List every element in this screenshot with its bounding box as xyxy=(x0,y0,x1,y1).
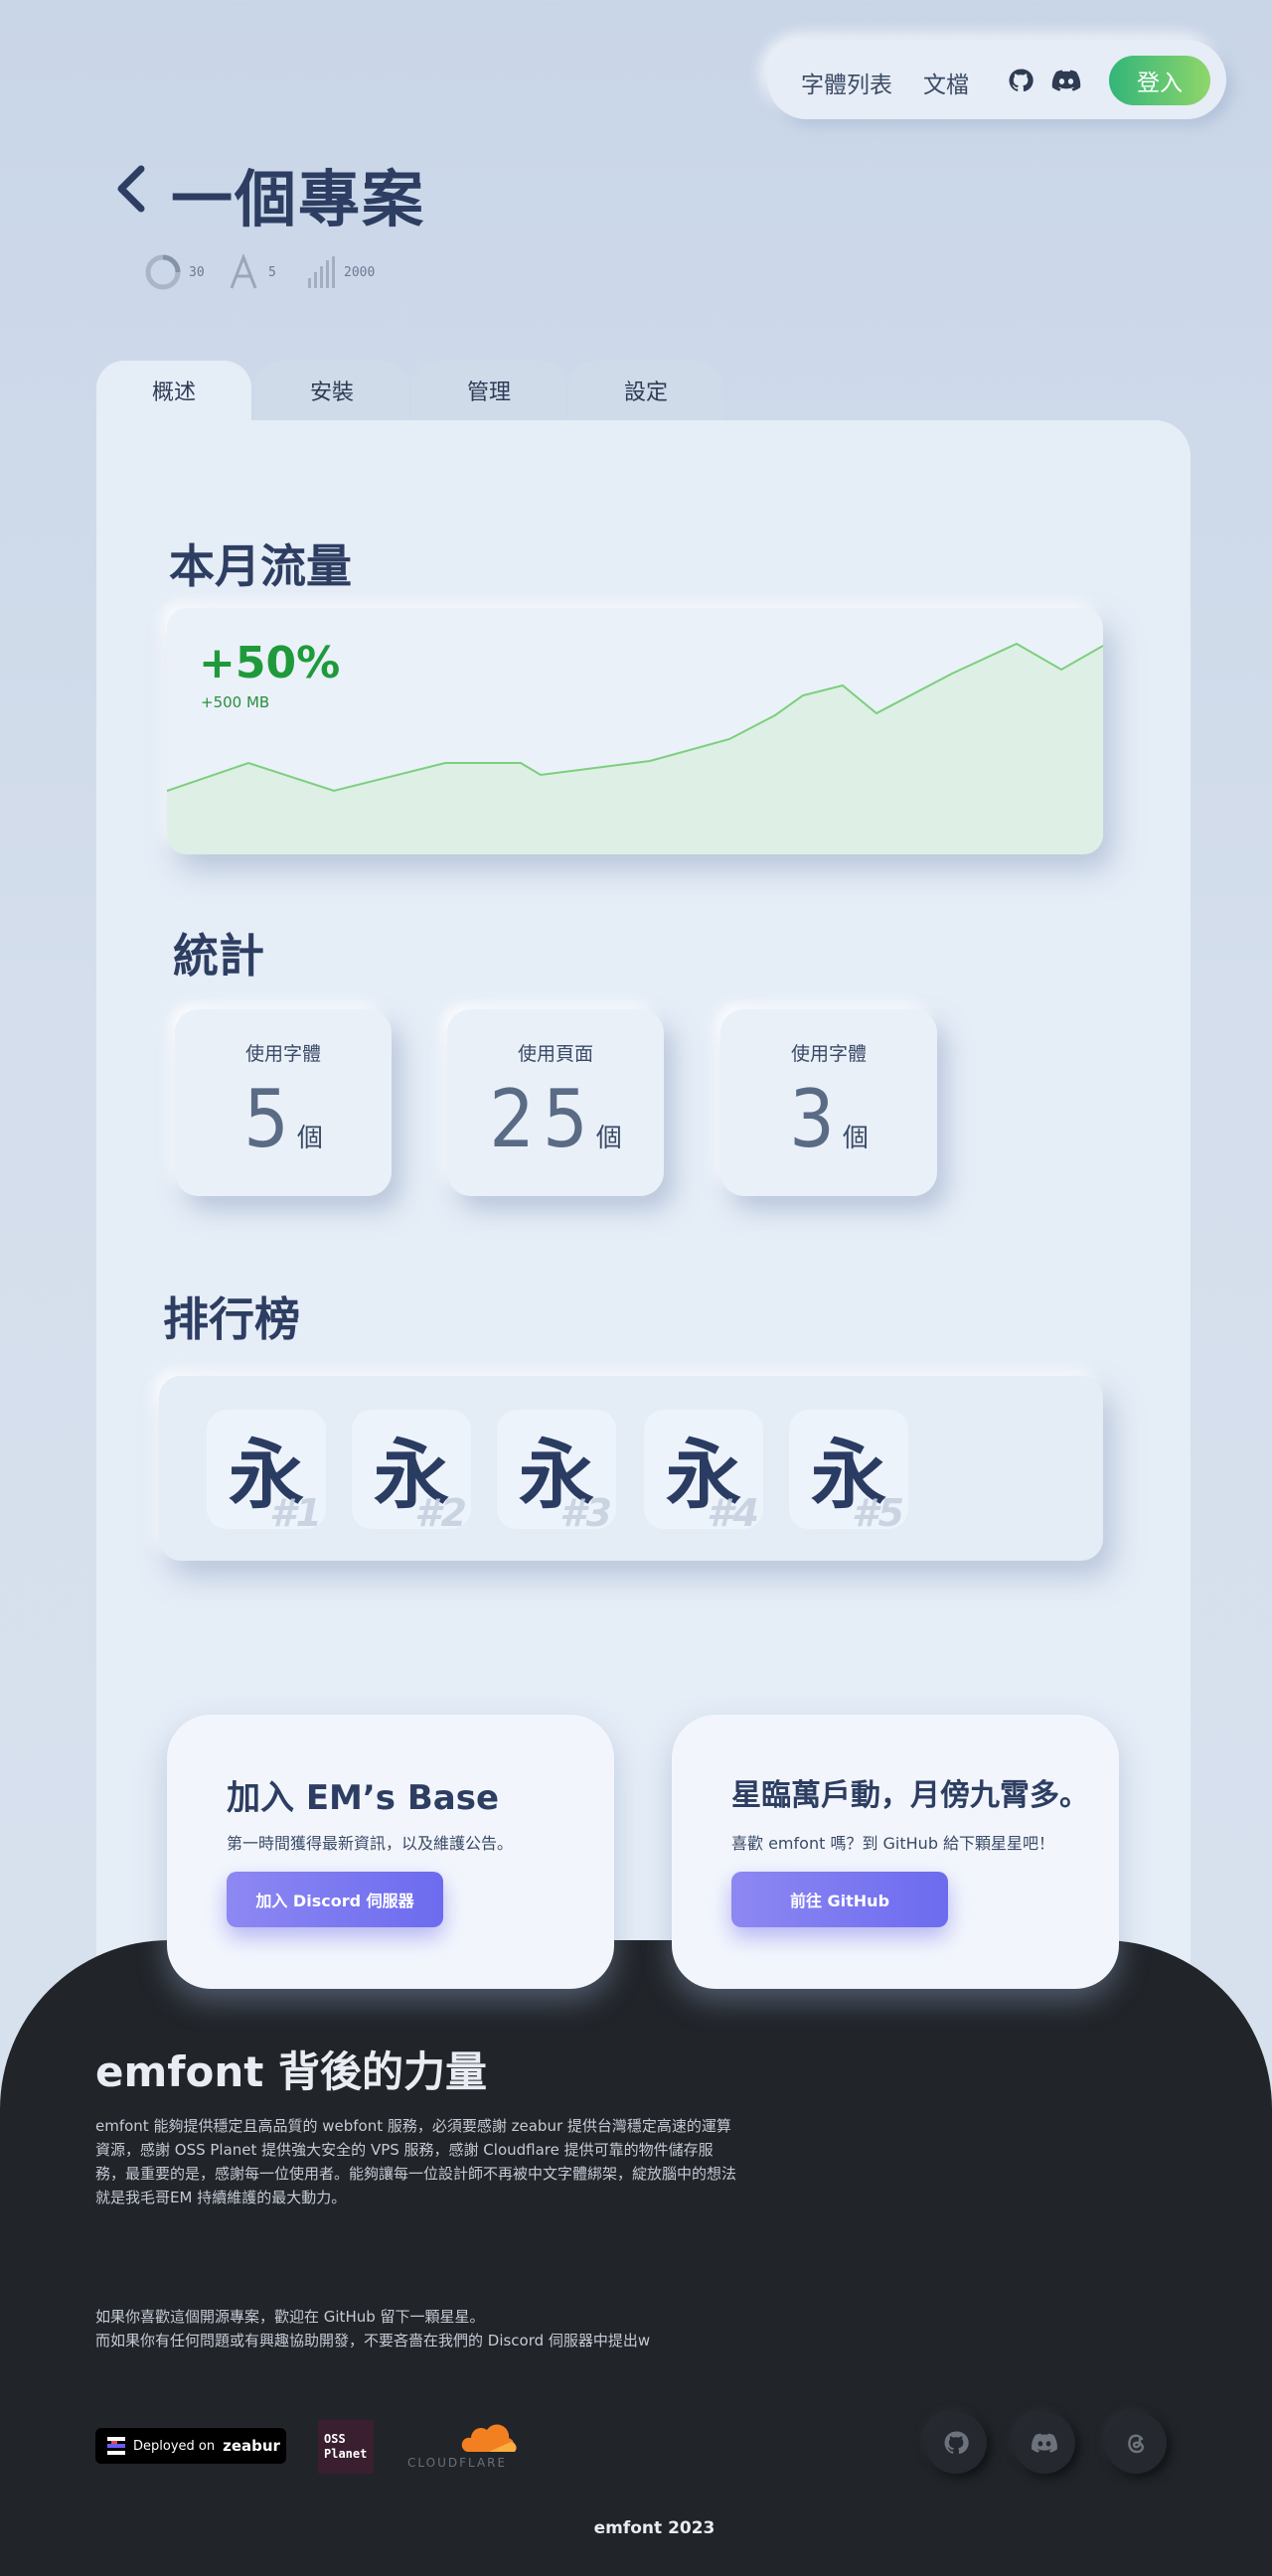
github-icon[interactable] xyxy=(1008,68,1034,93)
ranking-card: 永 #1 永 #2 永 #3 永 #4 永 #5 xyxy=(159,1376,1103,1561)
rank-item-5[interactable]: 永 #5 xyxy=(789,1410,908,1529)
meta-requests: 2000 xyxy=(306,254,375,290)
traffic-percent: +50% xyxy=(199,638,341,688)
discord-cta-desc: 第一時間獲得最新資訊，以及維護公告。 xyxy=(227,1834,514,1853)
footer-discord-button[interactable] xyxy=(1014,2412,1075,2474)
stat-card-pages: 使用頁面 25個 xyxy=(447,1009,664,1196)
meta-storage-value: 30 xyxy=(189,264,205,280)
traffic-card: +50% +500 MB xyxy=(167,608,1103,854)
traffic-amount: +500 MB xyxy=(201,693,270,711)
back-icon[interactable] xyxy=(111,161,151,217)
stat-value: 25 xyxy=(489,1073,596,1165)
zeabur-prefix: Deployed on xyxy=(133,2438,216,2454)
storage-icon xyxy=(145,254,181,290)
zeabur-badge[interactable]: Deployed on zeabur xyxy=(95,2428,286,2464)
rank-number: #3 xyxy=(559,1491,612,1529)
rank-number: #1 xyxy=(269,1491,322,1529)
github-button[interactable]: 前往 GitHub xyxy=(731,1872,948,1927)
github-icon xyxy=(943,2430,969,2456)
rank-number: #5 xyxy=(852,1491,904,1529)
nav-docs-link[interactable]: 文檔 xyxy=(923,66,969,99)
rank-number: #4 xyxy=(707,1491,759,1529)
tab-overview[interactable]: 概述 xyxy=(96,361,251,420)
rank-number: #2 xyxy=(414,1491,467,1529)
footer-line-2: 而如果你有任何問題或有興趣協助開發，不要吝嗇在我們的 Discord 伺服器中提… xyxy=(95,2332,651,2349)
footer-github-button[interactable] xyxy=(925,2412,987,2474)
login-button[interactable]: 登入 xyxy=(1109,56,1210,105)
github-cta-card: 星臨萬戶動，月傍九霄多。 喜歡 emfont 嗎？到 GitHub 給下顆星星吧… xyxy=(672,1715,1119,1989)
stats-title: 統計 xyxy=(173,929,264,983)
oss-line-2: Planet xyxy=(324,2447,368,2461)
stat-unit: 個 xyxy=(296,1124,323,1153)
meta-requests-value: 2000 xyxy=(344,264,376,280)
zeabur-brand: zeabur xyxy=(223,2437,280,2455)
footer-title: emfont 背後的力量 xyxy=(95,2047,487,2096)
zeabur-logo-icon xyxy=(107,2437,125,2455)
stat-unit: 個 xyxy=(595,1124,622,1153)
tab-install[interactable]: 安裝 xyxy=(254,361,409,420)
rank-item-3[interactable]: 永 #3 xyxy=(497,1410,616,1529)
rank-item-2[interactable]: 永 #2 xyxy=(352,1410,471,1529)
discord-icon xyxy=(1031,2433,1058,2453)
nav-font-list-link[interactable]: 字體列表 xyxy=(801,66,892,99)
footer-line-1: 如果你喜歡這個開源專案，歡迎在 GitHub 留下一顆星星。 xyxy=(95,2308,485,2326)
stat-value: 5 xyxy=(243,1073,297,1165)
meta-fonts-value: 5 xyxy=(268,264,276,280)
ranking-title: 排行榜 xyxy=(163,1292,300,1346)
footer-threads-button[interactable] xyxy=(1105,2412,1167,2474)
rank-item-1[interactable]: 永 #1 xyxy=(207,1410,326,1529)
stat-value: 3 xyxy=(789,1073,843,1165)
stat-unit: 個 xyxy=(842,1124,869,1153)
stat-card-fonts-2: 使用字體 3個 xyxy=(720,1009,937,1196)
meta-fonts: 5 xyxy=(227,254,276,290)
github-cta-desc: 喜歡 emfont 嗎？到 GitHub 給下顆星星吧！ xyxy=(731,1834,1055,1853)
footer-paragraph: emfont 能夠提供穩定且高品質的 webfont 服務，必須要感謝 zeab… xyxy=(95,2117,737,2206)
font-icon xyxy=(227,254,260,290)
cloudflare-text: CLOUDFLARE xyxy=(407,2456,508,2470)
discord-icon[interactable] xyxy=(1051,70,1081,91)
meta-storage: 30 xyxy=(145,254,205,290)
discord-cta-title: 加入 EM’s Base xyxy=(227,1778,500,1818)
footer xyxy=(0,1940,1272,2576)
rank-item-4[interactable]: 永 #4 xyxy=(644,1410,763,1529)
stat-card-fonts: 使用字體 5個 xyxy=(175,1009,392,1196)
tab-settings[interactable]: 設定 xyxy=(568,361,723,420)
bars-icon xyxy=(306,254,336,290)
discord-cta-card: 加入 EM’s Base 第一時間獲得最新資訊，以及維護公告。 加入 Disco… xyxy=(167,1715,614,1989)
cloudflare-badge[interactable]: CLOUDFLARE xyxy=(405,2424,521,2472)
project-title: 一個專案 xyxy=(171,163,426,235)
oss-line-1: OSS xyxy=(324,2432,346,2446)
copyright: emfont 2023 xyxy=(593,2518,716,2538)
stat-label: 使用字體 xyxy=(790,1043,867,1065)
tab-manage[interactable]: 管理 xyxy=(411,361,566,420)
stat-label: 使用頁面 xyxy=(517,1043,593,1065)
traffic-title: 本月流量 xyxy=(169,539,352,593)
github-cta-title: 星臨萬戶動，月傍九霄多。 xyxy=(731,1778,1089,1813)
threads-icon xyxy=(1123,2430,1149,2456)
stat-label: 使用字體 xyxy=(244,1043,321,1065)
join-discord-button[interactable]: 加入 Discord 伺服器 xyxy=(227,1872,443,1927)
oss-planet-badge[interactable]: OSS Planet xyxy=(318,2420,374,2474)
